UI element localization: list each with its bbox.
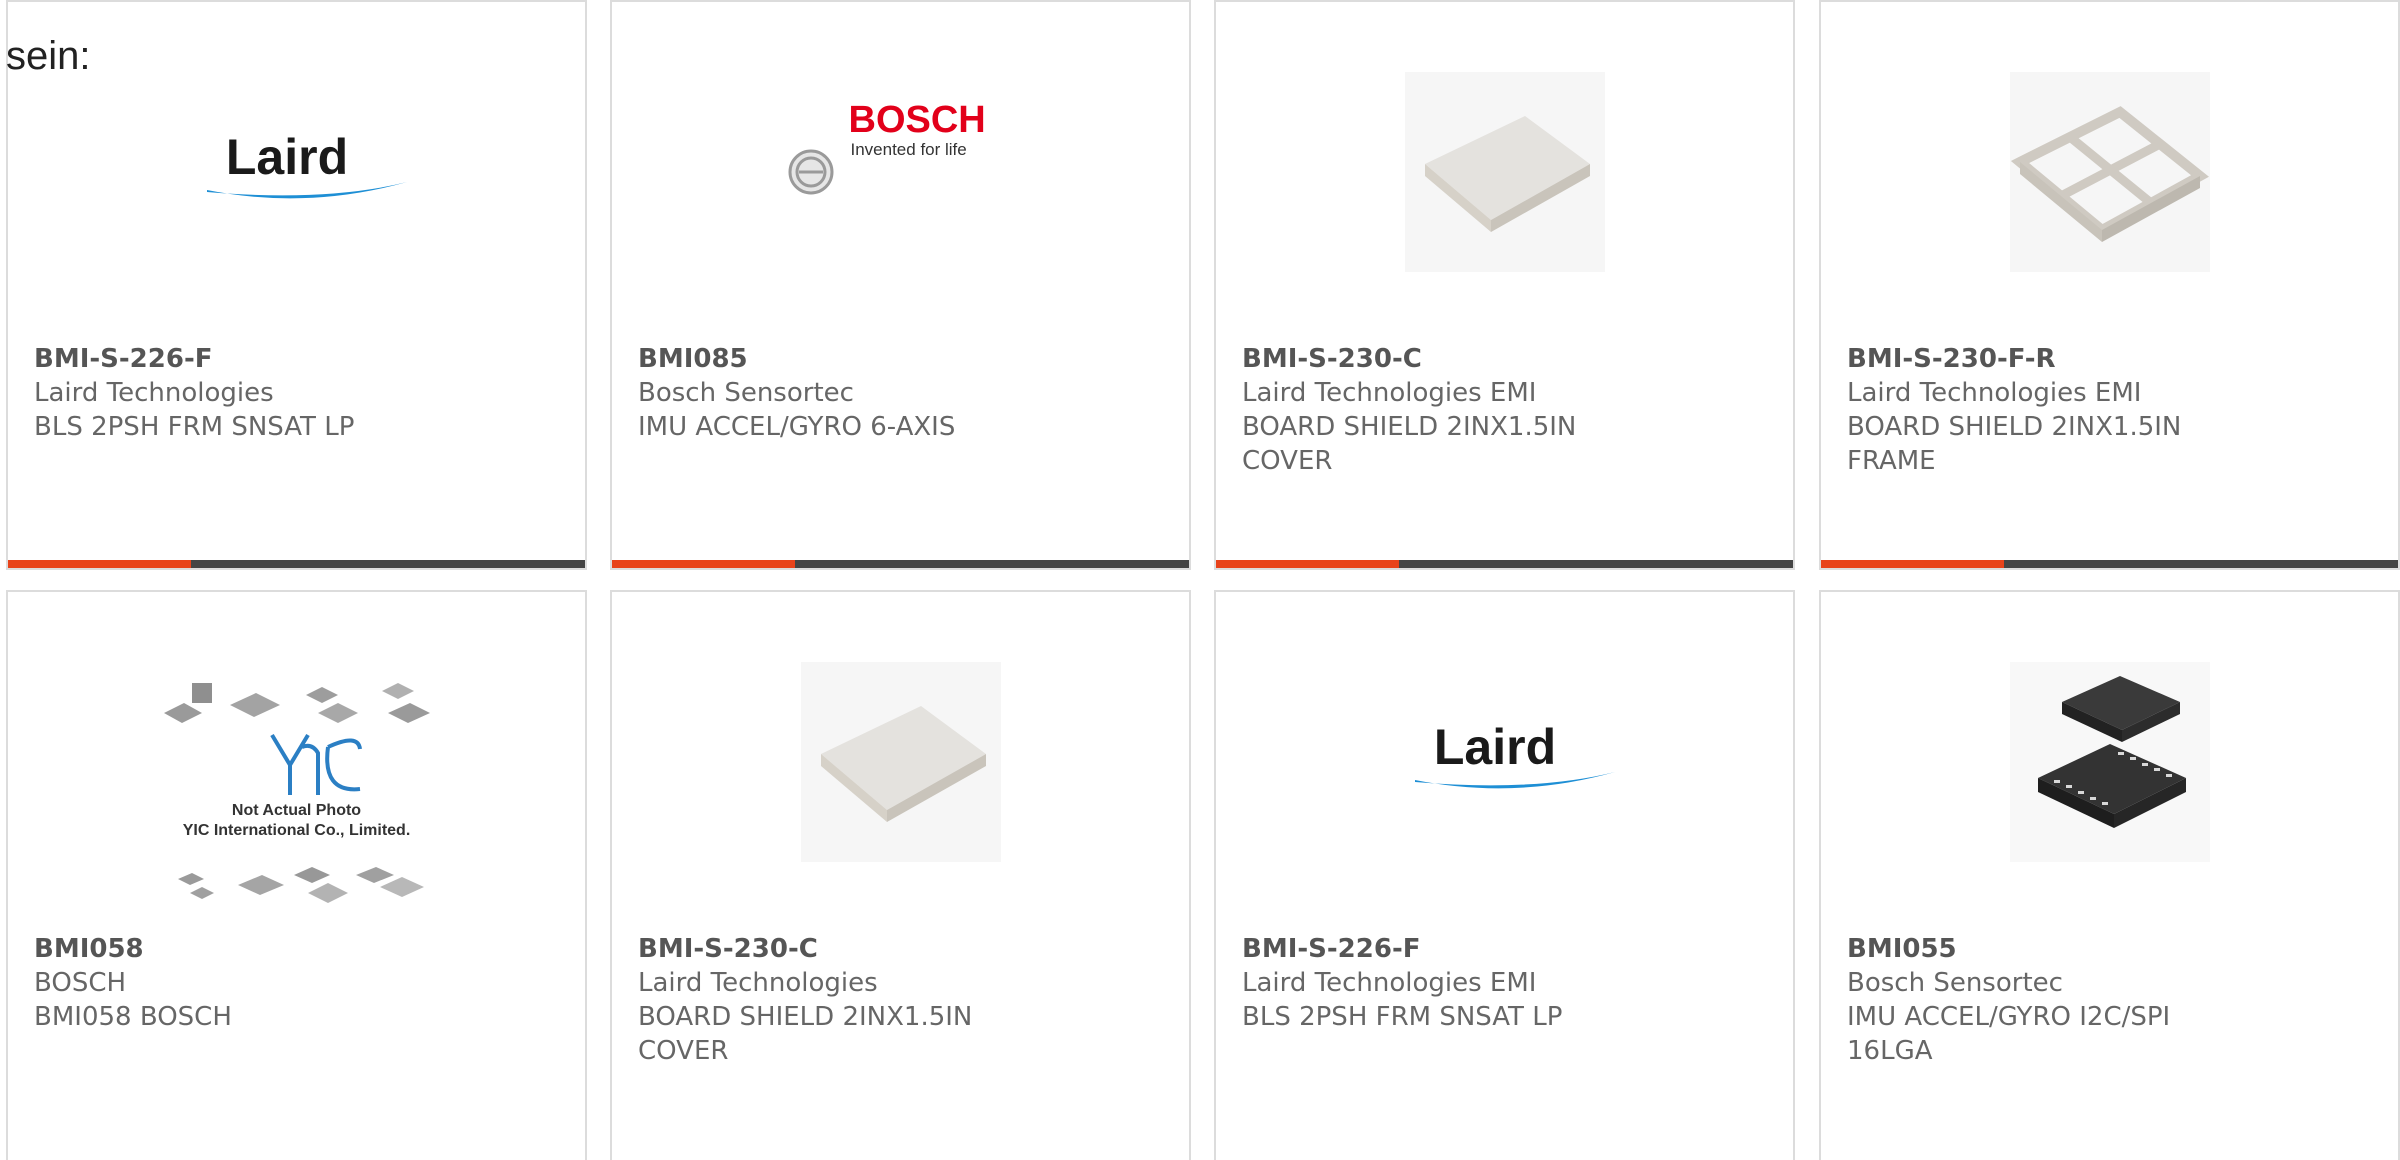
description: BMI058 BOSCH — [34, 1002, 232, 1032]
product-card-bmi-s-230-c-2[interactable]: BMI-S-230-C Laird Technologies BOARD SHI… — [610, 590, 1191, 1160]
description: BLS 2PSH FRM SNSAT LP — [34, 412, 355, 442]
description: IMU ACCEL/GYRO I2C/SPI 16LGA — [1847, 1002, 2171, 1066]
placeholder-caption: Not Actual Photo — [231, 802, 362, 819]
part-number: BMI-S-230-F-R — [1847, 344, 2056, 374]
svg-text:Laird: Laird — [225, 129, 347, 185]
laird-logo-image: Laird — [187, 62, 407, 282]
shield-cover-photo — [800, 662, 1001, 862]
description: BOARD SHIELD 2INX1.5IN COVER — [1242, 412, 1577, 476]
card-footer-bar — [1216, 560, 1793, 568]
laird-logo-image: Laird — [1395, 652, 1615, 872]
manufacturer: Laird Technologies EMI — [1847, 378, 2142, 408]
manufacturer: BOSCH — [34, 968, 127, 998]
bosch-logo-image: BOSCH Invented for life — [781, 62, 1021, 282]
product-grid: Laird BMI-S-226-F Laird Technologies BLS… — [6, 0, 2400, 1160]
card-footer-bar — [1821, 560, 2398, 568]
bosch-tagline: Invented for life — [850, 140, 967, 159]
shield-cover-photo — [1404, 72, 1605, 272]
description: BOARD SHIELD 2INX1.5IN COVER — [638, 1002, 973, 1066]
product-card-bmi-s-226-f-2[interactable]: Laird BMI-S-226-F Laird Technologies EMI… — [1214, 590, 1795, 1160]
lga-chip-photo — [2009, 662, 2210, 862]
part-number: BMI-S-230-C — [1242, 344, 1422, 374]
part-number: BMI085 — [638, 344, 748, 374]
manufacturer: Bosch Sensortec — [638, 378, 854, 408]
part-number: BMI055 — [1847, 934, 1957, 964]
product-card-bmi055[interactable]: BMI055 Bosch Sensortec IMU ACCEL/GYRO I2… — [1819, 590, 2400, 1160]
manufacturer: Laird Technologies EMI — [1242, 968, 1537, 998]
product-card-bmi085[interactable]: BOSCH Invented for life BMI085 Bosch Sen… — [610, 0, 1191, 570]
svg-text:Laird: Laird — [1433, 719, 1555, 775]
yic-placeholder-image: Not Actual Photo YIC International Co., … — [162, 677, 432, 927]
part-number: BMI058 — [34, 934, 144, 964]
product-card-bmi-s-226-f[interactable]: Laird BMI-S-226-F Laird Technologies BLS… — [6, 0, 587, 570]
description: BOARD SHIELD 2INX1.5IN FRAME — [1847, 412, 2182, 476]
product-card-bmi-s-230-f-r[interactable]: BMI-S-230-F-R Laird Technologies EMI BOA… — [1819, 0, 2400, 570]
card-footer-bar — [612, 560, 1189, 568]
shield-frame-photo — [2009, 72, 2210, 272]
part-number: BMI-S-226-F — [34, 344, 213, 374]
card-footer-bar — [8, 560, 585, 568]
product-card-bmi-s-230-c[interactable]: BMI-S-230-C Laird Technologies EMI BOARD… — [1214, 0, 1795, 570]
part-number: BMI-S-226-F — [1242, 934, 1421, 964]
intro-text: sein: — [6, 34, 91, 78]
description: BLS 2PSH FRM SNSAT LP — [1242, 1002, 1563, 1032]
part-number: BMI-S-230-C — [638, 934, 818, 964]
description: IMU ACCEL/GYRO 6-AXIS — [638, 412, 956, 442]
manufacturer: Laird Technologies — [638, 968, 878, 998]
manufacturer: Bosch Sensortec — [1847, 968, 2063, 998]
manufacturer: Laird Technologies — [34, 378, 274, 408]
bosch-wordmark: BOSCH — [848, 99, 986, 141]
product-card-bmi058[interactable]: Not Actual Photo YIC International Co., … — [6, 590, 587, 1160]
manufacturer: Laird Technologies EMI — [1242, 378, 1537, 408]
placeholder-company: YIC International Co., Limited. — [182, 822, 411, 839]
